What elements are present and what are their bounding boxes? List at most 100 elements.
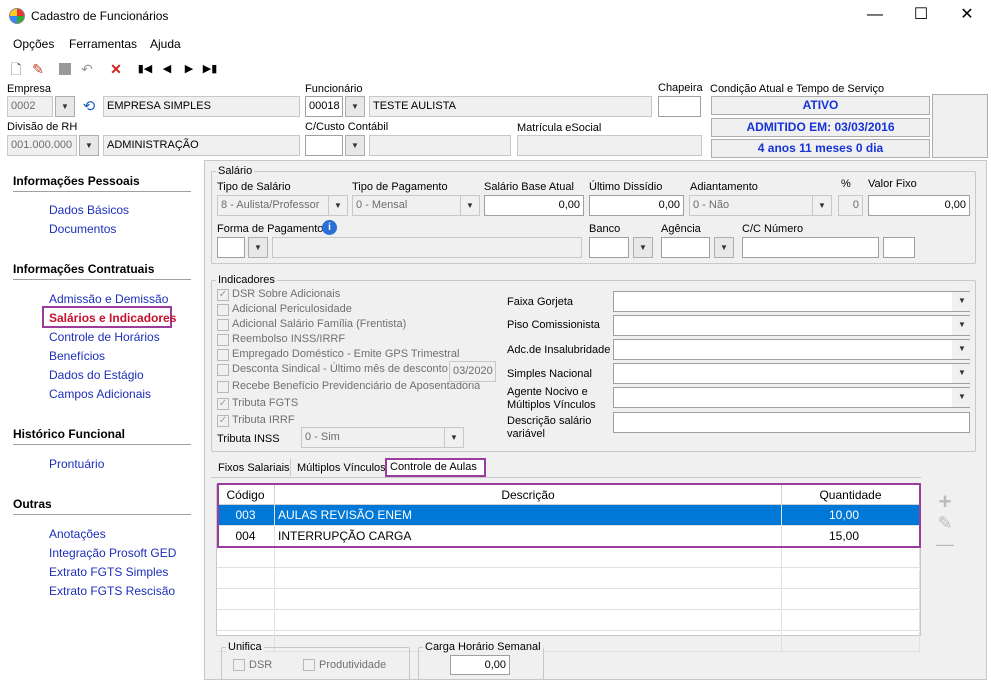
insalubridade-select[interactable] (613, 339, 970, 360)
indicador-checkbox[interactable]: ✓ (217, 398, 229, 410)
piso-comissionista-select[interactable] (613, 315, 970, 336)
sidebar-item-horarios[interactable]: Controle de Horários (49, 330, 160, 344)
chapeira-field[interactable] (658, 96, 701, 117)
undo-icon[interactable]: ↶ (78, 60, 96, 78)
sidebar-item-campos[interactable]: Campos Adicionais (49, 387, 151, 401)
produtividade-checkbox[interactable] (303, 659, 315, 671)
agente-nocivo-dropdown[interactable]: ▼ (952, 388, 972, 407)
previous-record-icon[interactable]: ◀ (158, 60, 176, 78)
sidebar-item-dados-basicos[interactable]: Dados Básicos (49, 203, 129, 217)
divider (13, 191, 191, 192)
refresh-icon[interactable]: ⟲ (79, 97, 99, 116)
agencia-field[interactable] (661, 237, 710, 258)
percent-field[interactable]: 0 (838, 195, 863, 216)
sindical-date-field[interactable]: 03/2020 (449, 361, 496, 382)
faixa-gorjeta-select[interactable] (613, 291, 970, 312)
indicador-label: Adicional Salário Família (Frentista) (232, 318, 407, 330)
agencia-label: Agência (661, 223, 701, 235)
sidebar-item-beneficios[interactable]: Benefícios (49, 349, 105, 363)
sidebar-item-documentos[interactable]: Documentos (49, 222, 116, 236)
faixa-gorjeta-dropdown[interactable]: ▼ (952, 292, 972, 311)
sidebar-item-admissao[interactable]: Admissão e Demissão (49, 292, 168, 306)
indicador-label: DSR Sobre Adicionais (232, 288, 341, 300)
valor-fixo-field[interactable]: 0,00 (868, 195, 970, 216)
cc-digito-field[interactable] (883, 237, 915, 258)
divisao-code-field[interactable]: 001.000.000 (7, 135, 77, 156)
indicador-checkbox[interactable] (217, 349, 229, 361)
agencia-dropdown[interactable]: ▼ (714, 237, 734, 258)
close-button[interactable]: ✕ (944, 0, 990, 32)
last-record-icon[interactable]: ▶▮ (201, 60, 219, 78)
indicador-checkbox[interactable] (217, 381, 229, 393)
salario-base-field[interactable]: 0,00 (484, 195, 584, 216)
first-record-icon[interactable]: ▮◀ (136, 60, 154, 78)
indicador-checkbox[interactable] (217, 319, 229, 331)
descricao-variavel-field[interactable] (613, 412, 970, 433)
tab-fixos-salariais[interactable]: Fixos Salariais (218, 462, 290, 474)
sidebar-item-anotacoes[interactable]: Anotações (49, 527, 106, 541)
empty-table-cell (782, 590, 920, 610)
cc-numero-field[interactable] (742, 237, 879, 258)
sidebar-item-ged[interactable]: Integração Prosoft GED (49, 546, 176, 560)
edit-icon[interactable]: ✎ (29, 60, 47, 78)
forma-pagamento-code[interactable] (217, 237, 245, 258)
insalubridade-dropdown[interactable]: ▼ (952, 340, 972, 359)
empresa-dropdown[interactable]: ▼ (55, 96, 75, 117)
simples-nacional-dropdown[interactable]: ▼ (952, 364, 972, 383)
sidebar-item-estagio[interactable]: Dados do Estágio (49, 368, 144, 382)
tributa-inss-dropdown[interactable]: ▼ (444, 427, 464, 448)
simples-nacional-select[interactable] (613, 363, 970, 384)
banco-dropdown[interactable]: ▼ (633, 237, 653, 258)
delete-icon[interactable]: ✕ (107, 60, 125, 78)
edit-row-icon[interactable]: ✎ (935, 513, 955, 534)
indicador-checkbox[interactable]: ✓ (217, 289, 229, 301)
indicador-checkbox[interactable] (217, 304, 229, 316)
menu-ferramentas[interactable]: Ferramentas (69, 37, 137, 51)
agente-nocivo-select[interactable] (613, 387, 970, 408)
indicador-checkbox[interactable] (217, 334, 229, 346)
tipo-salario-select[interactable]: 8 - Aulista/Professor (217, 195, 329, 216)
menu-opcoes[interactable]: Opções (13, 37, 54, 51)
tipo-salario-dropdown[interactable]: ▼ (328, 195, 348, 216)
forma-pagamento-dropdown[interactable]: ▼ (248, 237, 268, 258)
empresa-code-field[interactable]: 0002 (7, 96, 53, 117)
salario-base-label: Salário Base Atual (484, 181, 574, 193)
indicador-checkbox[interactable] (217, 364, 229, 376)
tipo-pagamento-dropdown[interactable]: ▼ (460, 195, 480, 216)
tab-multiplos-vinculos[interactable]: Múltiplos Vínculos (297, 462, 386, 474)
adiantamento-dropdown[interactable]: ▼ (812, 195, 832, 216)
minimize-button[interactable]: — (852, 0, 898, 32)
indicador-label: Recebe Benefício Previdenciário de Apose… (232, 380, 481, 392)
funcionario-name-field: TESTE AULISTA (369, 96, 652, 117)
next-record-icon[interactable]: ▶ (180, 60, 198, 78)
new-document-icon[interactable]: 🗋 (7, 60, 25, 78)
indicador-checkbox[interactable]: ✓ (217, 415, 229, 427)
photo-box[interactable] (932, 94, 988, 158)
custo-code-field[interactable] (305, 135, 343, 156)
indicador-label: Tributa FGTS (232, 397, 299, 409)
tab-controle-aulas[interactable]: Controle de Aulas (390, 461, 477, 473)
tipo-pagamento-select[interactable]: 0 - Mensal (352, 195, 462, 216)
carga-field[interactable]: 0,00 (450, 655, 510, 675)
custo-dropdown[interactable]: ▼ (345, 135, 365, 156)
remove-row-icon[interactable]: — (935, 534, 955, 555)
maximize-button[interactable]: ☐ (898, 0, 944, 32)
adiantamento-select[interactable]: 0 - Não (689, 195, 813, 216)
sidebar-item-fgts-rescisao[interactable]: Extrato FGTS Rescisão (49, 584, 175, 598)
add-row-icon[interactable]: + (935, 489, 955, 515)
funcionario-code-field[interactable]: 00018 (305, 96, 343, 117)
ultimo-dissidio-field[interactable]: 0,00 (589, 195, 684, 216)
dsr-checkbox[interactable] (233, 659, 245, 671)
menu-ajuda[interactable]: Ajuda (150, 37, 181, 51)
funcionario-dropdown[interactable]: ▼ (345, 96, 365, 117)
sidebar-item-salarios[interactable]: Salários e Indicadores (49, 311, 176, 325)
sidebar-item-fgts-simples[interactable]: Extrato FGTS Simples (49, 565, 168, 579)
sidebar-item-prontuario[interactable]: Prontuário (49, 457, 104, 471)
banco-field[interactable] (589, 237, 629, 258)
indicador-label: Tributa IRRF (232, 414, 295, 426)
piso-comissionista-dropdown[interactable]: ▼ (952, 316, 972, 335)
save-icon[interactable] (56, 60, 74, 78)
info-icon[interactable]: i (322, 220, 337, 235)
tributa-inss-select[interactable]: 0 - Sim (301, 427, 446, 448)
divisao-dropdown[interactable]: ▼ (79, 135, 99, 156)
